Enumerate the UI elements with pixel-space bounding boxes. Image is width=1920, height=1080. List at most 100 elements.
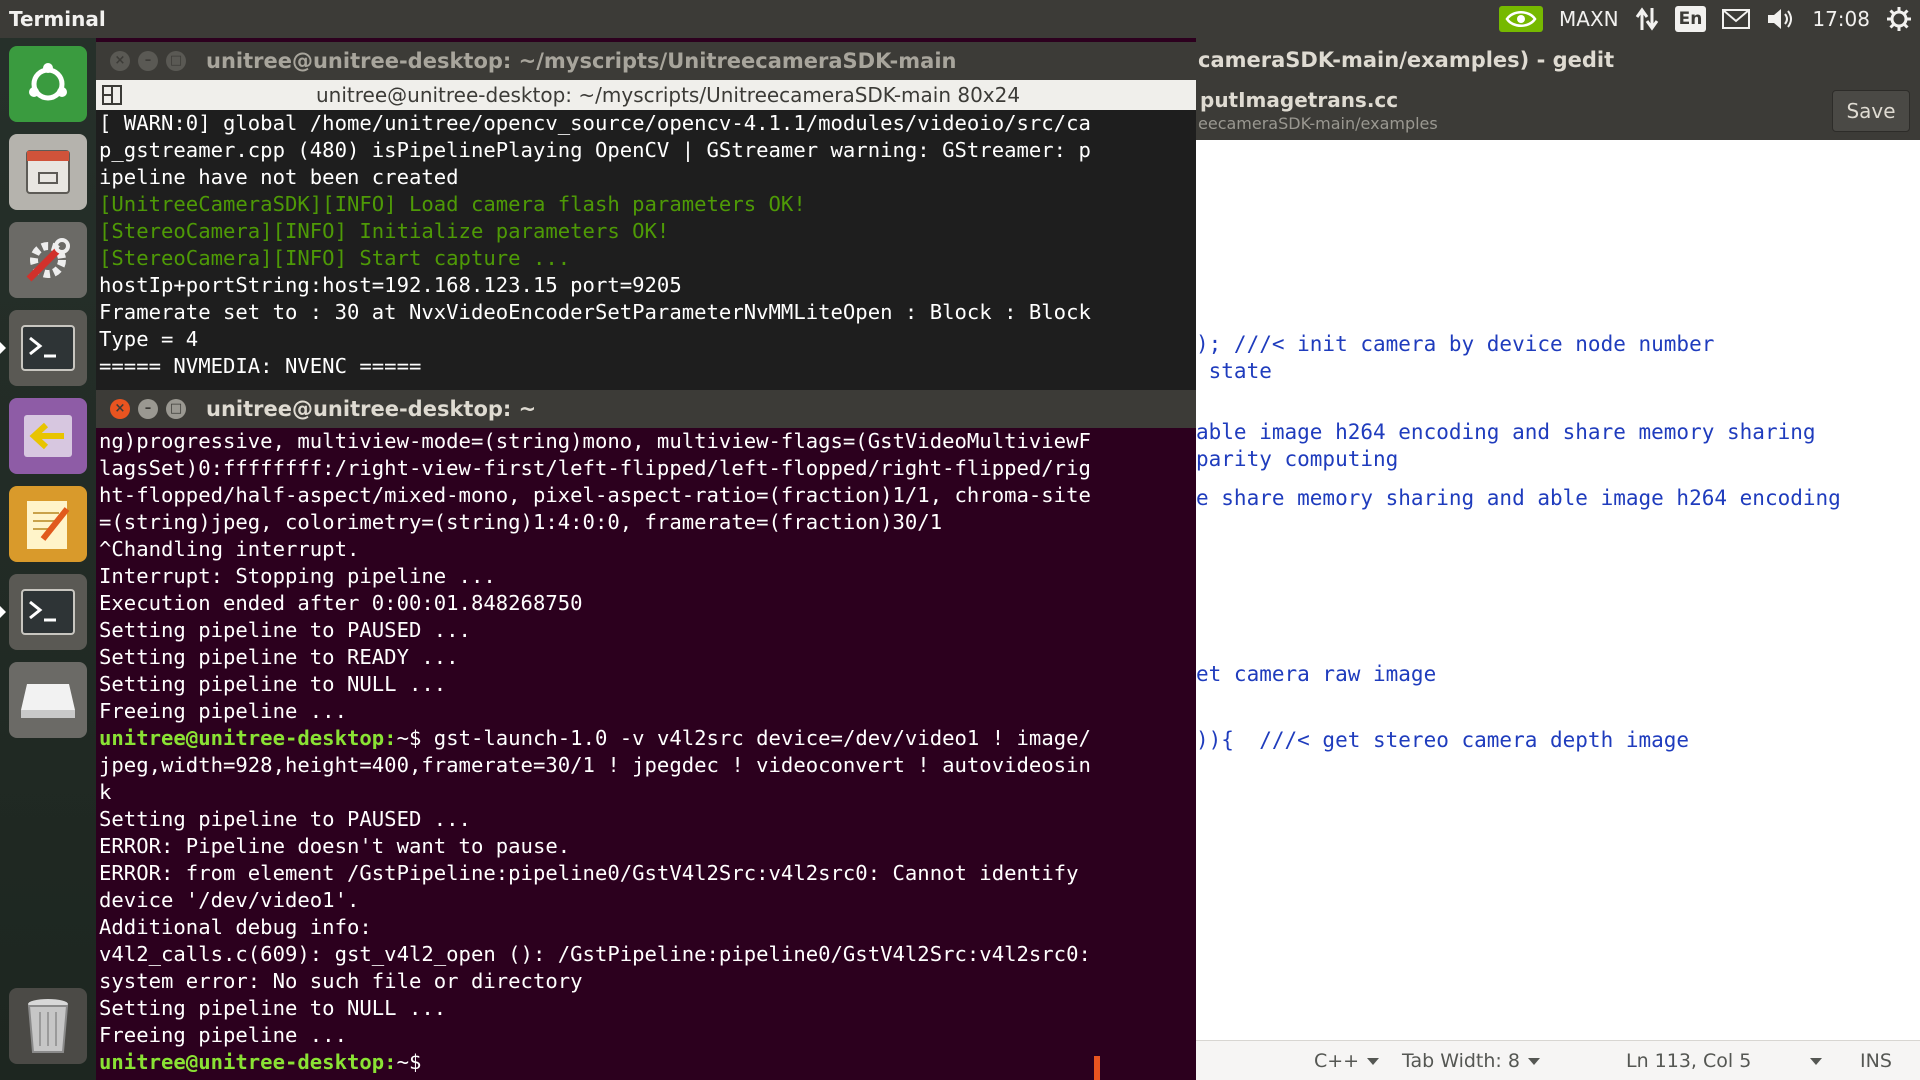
files-icon[interactable] bbox=[9, 134, 87, 210]
terminal-window-background[interactable]: × – □ unitree@unitree-desktop: ~/myscrip… bbox=[96, 42, 1196, 398]
code-line: ); ///< init camera by device node numbe… bbox=[1196, 332, 1715, 356]
terminal-text: v4l2_calls.c(609): gst_v4l2_open (): /Gs… bbox=[99, 942, 1091, 966]
terminal-line: Freeing pipeline ... bbox=[99, 698, 1196, 725]
terminal-text: Setting pipeline to READY ... bbox=[99, 645, 459, 669]
terminal-tab-title: unitree@unitree-desktop: ~/myscripts/Uni… bbox=[316, 83, 1021, 107]
terminal-output[interactable]: [ WARN:0] global /home/unitree/opencv_so… bbox=[96, 110, 1196, 398]
terminal-icon[interactable] bbox=[9, 310, 87, 386]
terminal-text: Setting pipeline to PAUSED ... bbox=[99, 618, 471, 642]
drive-icon[interactable] bbox=[9, 662, 87, 738]
terminal-text: Setting pipeline to PAUSED ... bbox=[99, 807, 471, 831]
maximize-icon[interactable]: □ bbox=[166, 399, 186, 419]
terminal-line: [StereoCamera][INFO] Start capture ... bbox=[99, 246, 571, 270]
terminal-text: device '/dev/video1'. bbox=[99, 888, 360, 912]
terminal-tab-bar: unitree@unitree-desktop: ~/myscripts/Uni… bbox=[96, 80, 1196, 110]
terminal-line: Setting pipeline to PAUSED ... bbox=[99, 617, 1196, 644]
close-icon[interactable]: × bbox=[110, 399, 130, 419]
tile-icon[interactable] bbox=[102, 85, 122, 105]
terminal-text: ng)progressive, multiview-mode=(string)m… bbox=[99, 429, 1091, 453]
running-indicator bbox=[0, 342, 6, 354]
code-line: e share memory sharing and able image h2… bbox=[1196, 486, 1841, 510]
terminal-line: Setting pipeline to NULL ... bbox=[99, 995, 1196, 1022]
save-button[interactable]: Save bbox=[1832, 90, 1910, 132]
trash-icon[interactable] bbox=[9, 988, 87, 1064]
text-cursor bbox=[1094, 1056, 1100, 1080]
terminal-line: Interrupt: Stopping pipeline ... bbox=[99, 563, 1196, 590]
gedit-title[interactable]: cameraSDK-main/examples) - gedit bbox=[1196, 38, 1920, 82]
terminal-line: =(string)jpeg, colorimetry=(string)1:4:0… bbox=[99, 509, 1196, 536]
terminal-line: lagsSet)0:ffffffff:/right-view-first/lef… bbox=[99, 455, 1196, 482]
shell-prompt-path: ~$ bbox=[396, 1050, 422, 1074]
terminal-text: k bbox=[99, 780, 112, 804]
terminal-line: ===== NVMEDIA: NVENC ===== bbox=[99, 354, 422, 378]
terminal-line: jpeg,width=928,height=400,framerate=30/1… bbox=[99, 752, 1196, 779]
text-editor-icon[interactable] bbox=[9, 486, 87, 562]
terminal-prompt-line: unitree@unitree-desktop:~$ gst-launch-1.… bbox=[99, 725, 1196, 752]
insert-mode: INS bbox=[1860, 1050, 1892, 1072]
code-line: state bbox=[1196, 359, 1272, 383]
minimize-icon[interactable]: – bbox=[138, 51, 158, 71]
terminal-window-active[interactable]: × – □ unitree@unitree-desktop: ~ ng)prog… bbox=[96, 390, 1196, 1080]
exit-icon[interactable] bbox=[9, 398, 87, 474]
system-tray: MAXN En 17:08 bbox=[1491, 0, 1920, 38]
terminal-line: ^Chandling interrupt. bbox=[99, 536, 1196, 563]
close-icon[interactable]: × bbox=[110, 51, 130, 71]
terminal-line: Setting pipeline to PAUSED ... bbox=[99, 806, 1196, 833]
terminal-titlebar[interactable]: × – □ unitree@unitree-desktop: ~ bbox=[96, 390, 1196, 428]
shell-prompt-path: ~$ bbox=[396, 726, 422, 750]
terminal-line: [ WARN:0] global /home/unitree/opencv_so… bbox=[99, 111, 1091, 135]
volume-icon[interactable] bbox=[1758, 0, 1804, 38]
maximize-icon[interactable]: □ bbox=[166, 51, 186, 71]
keyboard-icon[interactable]: En bbox=[1667, 0, 1715, 38]
mail-icon[interactable] bbox=[1714, 0, 1758, 38]
chevron-down-icon bbox=[1367, 1058, 1380, 1065]
terminal-line: ERROR: Pipeline doesn't want to pause. bbox=[99, 833, 1196, 860]
gedit-window: cameraSDK-main/examples) - gedit putImag… bbox=[1196, 38, 1920, 1080]
terminal-text: ERROR: Pipeline doesn't want to pause. bbox=[99, 834, 571, 858]
system-settings-icon[interactable] bbox=[9, 222, 87, 298]
keyboard-layout-badge: En bbox=[1674, 6, 1707, 32]
terminal-line: ng)progressive, multiview-mode=(string)m… bbox=[99, 428, 1196, 455]
gear-icon[interactable] bbox=[1878, 0, 1920, 38]
terminal-line: device '/dev/video1'. bbox=[99, 887, 1196, 914]
terminal-titlebar[interactable]: × – □ unitree@unitree-desktop: ~/myscrip… bbox=[96, 42, 1196, 80]
terminal-text: Interrupt: Stopping pipeline ... bbox=[99, 564, 496, 588]
terminal-icon[interactable] bbox=[9, 574, 87, 650]
ubuntu-logo-icon[interactable] bbox=[9, 46, 87, 122]
terminal-line: system error: No such file or directory bbox=[99, 968, 1196, 995]
gedit-filepath: eecameraSDK-main/examples bbox=[1198, 114, 1438, 133]
terminal-line: Setting pipeline to READY ... bbox=[99, 644, 1196, 671]
clock[interactable]: 17:08 bbox=[1804, 0, 1878, 38]
terminal-text: Execution ended after 0:00:01.848268750 bbox=[99, 591, 583, 615]
cursor-position[interactable]: Ln 113, Col 5 bbox=[1626, 1050, 1751, 1072]
nvidia-icon[interactable] bbox=[1491, 0, 1551, 38]
tab-width-selector[interactable]: Tab Width: 8 bbox=[1402, 1050, 1540, 1072]
language-selector[interactable]: C++ bbox=[1314, 1050, 1380, 1072]
terminal-line: Additional debug info: bbox=[99, 914, 1196, 941]
code-line: et camera raw image bbox=[1196, 662, 1437, 686]
terminal-title: unitree@unitree-desktop: ~ bbox=[206, 397, 537, 421]
terminal-text: Freeing pipeline ... bbox=[99, 1023, 347, 1047]
top-panel: Terminal MAXN En 17:08 bbox=[0, 0, 1920, 38]
code-editor[interactable]: ); ///< init camera by device node numbe… bbox=[1196, 140, 1920, 1040]
chevron-down-icon bbox=[1527, 1058, 1540, 1065]
code-line: able image h264 encoding and share memor… bbox=[1196, 420, 1816, 444]
chevron-down-icon[interactable] bbox=[1802, 1050, 1822, 1072]
terminal-text: Setting pipeline to NULL ... bbox=[99, 672, 447, 696]
shell-prompt: unitree@unitree-desktop: bbox=[99, 726, 397, 750]
terminal-line: Execution ended after 0:00:01.848268750 bbox=[99, 590, 1196, 617]
terminal-text: Setting pipeline to NULL ... bbox=[99, 996, 447, 1020]
terminal-line: [UnitreeCameraSDK][INFO] Load camera fla… bbox=[99, 192, 806, 216]
terminal-line: Setting pipeline to NULL ... bbox=[99, 671, 1196, 698]
power-mode-label[interactable]: MAXN bbox=[1551, 0, 1627, 38]
terminal-line: Type = 4 bbox=[99, 327, 199, 351]
terminal-line: [StereoCamera][INFO] Initialize paramete… bbox=[99, 219, 670, 243]
terminal-text: system error: No such file or directory bbox=[99, 969, 583, 993]
minimize-icon[interactable]: – bbox=[138, 399, 158, 419]
network-icon[interactable] bbox=[1627, 0, 1667, 38]
terminal-text: ht-flopped/half-aspect/mixed-mono, pixel… bbox=[99, 483, 1091, 507]
terminal-line: p_gstreamer.cpp (480) isPipelinePlaying … bbox=[99, 138, 1091, 162]
gedit-filename: putImagetrans.cc bbox=[1200, 88, 1399, 112]
terminal-text: Freeing pipeline ... bbox=[99, 699, 347, 723]
terminal-output[interactable]: ng)progressive, multiview-mode=(string)m… bbox=[96, 428, 1196, 1080]
